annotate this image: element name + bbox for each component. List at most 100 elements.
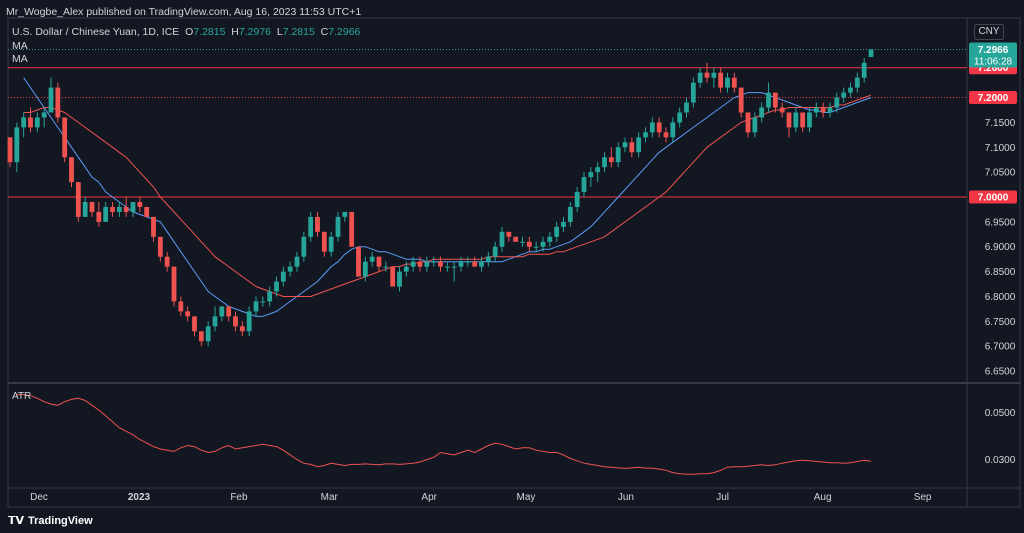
candle-body bbox=[677, 112, 683, 123]
candle-body bbox=[540, 241, 546, 247]
price-axis-label: 6.9500 bbox=[985, 217, 1016, 228]
candle-body bbox=[643, 132, 648, 138]
candle-body bbox=[841, 92, 847, 98]
candle-body bbox=[7, 137, 13, 163]
candle-body bbox=[793, 112, 799, 128]
tradingview-brand: 𝗧𝗩 TradingView bbox=[8, 515, 93, 527]
time-axis-label: Jun bbox=[618, 492, 634, 503]
candle-body bbox=[342, 211, 348, 217]
price-axis-label: 6.6500 bbox=[985, 367, 1016, 378]
candle-body bbox=[772, 92, 778, 108]
candle-body bbox=[89, 201, 95, 212]
candle-body bbox=[567, 206, 573, 222]
candle-body bbox=[274, 281, 279, 292]
price-axis-label: 6.7500 bbox=[985, 317, 1016, 328]
candle-body bbox=[581, 177, 587, 193]
candle-body bbox=[410, 261, 416, 267]
candle-body bbox=[813, 107, 819, 113]
candle-body bbox=[854, 77, 860, 88]
candle-body bbox=[779, 107, 785, 113]
candle-body bbox=[472, 261, 478, 267]
candle-body bbox=[526, 241, 532, 247]
currency-badge[interactable]: CNY bbox=[974, 24, 1004, 40]
price-axis-label: 6.8500 bbox=[985, 267, 1016, 278]
ohlc-high: H7.2976 bbox=[231, 26, 272, 38]
candle-body bbox=[786, 112, 792, 128]
candle-body bbox=[110, 206, 115, 212]
candle-body bbox=[499, 231, 505, 247]
price-axis-label: 6.9000 bbox=[985, 242, 1016, 253]
candle-body bbox=[711, 72, 717, 78]
candle-body bbox=[800, 112, 806, 128]
candle-body bbox=[369, 256, 375, 262]
candle-body bbox=[260, 301, 266, 303]
candle-body bbox=[171, 266, 177, 302]
candle-body bbox=[116, 206, 122, 212]
candle-body bbox=[198, 331, 204, 342]
candle-body bbox=[301, 236, 307, 257]
candle-body bbox=[438, 261, 443, 267]
candle-body bbox=[362, 261, 368, 277]
candle-body bbox=[574, 192, 580, 207]
candle-body bbox=[561, 221, 566, 227]
candle-body bbox=[144, 206, 150, 217]
candle-body bbox=[492, 246, 498, 257]
candle-body bbox=[82, 201, 88, 217]
candle-body bbox=[205, 326, 211, 342]
candle-body bbox=[444, 266, 450, 268]
candle-body bbox=[130, 201, 136, 212]
candle-body bbox=[820, 107, 826, 113]
candle-body bbox=[356, 246, 361, 277]
candle-body bbox=[349, 211, 355, 247]
time-axis-label: Jul bbox=[716, 492, 729, 503]
candle-body bbox=[752, 117, 758, 133]
candle-body bbox=[328, 236, 334, 252]
candle-body bbox=[868, 49, 874, 58]
candle-body bbox=[465, 261, 471, 263]
candle-body bbox=[520, 241, 525, 243]
candle-body bbox=[848, 87, 853, 93]
candle-body bbox=[164, 256, 170, 267]
candle-body bbox=[151, 216, 156, 237]
candle-body bbox=[55, 87, 61, 118]
time-axis-label: Dec bbox=[30, 492, 48, 503]
candle-body bbox=[280, 271, 286, 282]
candle-body bbox=[397, 271, 402, 287]
candle-body bbox=[663, 132, 669, 138]
candle-body bbox=[766, 92, 771, 108]
candle-body bbox=[807, 112, 812, 128]
candle-body bbox=[636, 137, 642, 153]
atr-axis-label: 0.0500 bbox=[985, 408, 1016, 419]
symbol-legend: U.S. Dollar / Chinese Yuan, 1D, ICE O7.2… bbox=[12, 26, 360, 38]
candle-body bbox=[533, 246, 539, 248]
candle-body bbox=[595, 167, 601, 173]
candle-body bbox=[656, 122, 662, 133]
level-price-label: 7.0000 bbox=[978, 193, 1009, 204]
candle-body bbox=[513, 236, 519, 242]
candle-body bbox=[745, 112, 751, 133]
candle-body bbox=[69, 157, 74, 183]
time-axis-label: Apr bbox=[421, 492, 437, 503]
candle-body bbox=[602, 157, 607, 168]
ma-legend-fast[interactable]: MA bbox=[12, 40, 28, 52]
chart-canvas: Dec 2023 Feb Mar Apr May Jun Jul Aug Sep 7.1500 7.1… bbox=[0, 0, 1024, 533]
candle-body bbox=[451, 266, 457, 268]
price-axis-label: 7.0500 bbox=[985, 168, 1016, 179]
symbol-name: U.S. Dollar / Chinese Yuan, 1D, ICE bbox=[12, 26, 180, 38]
candle-body bbox=[670, 122, 676, 138]
price-axis-label: 6.8000 bbox=[985, 292, 1016, 303]
candle-body bbox=[253, 301, 259, 312]
candle-body bbox=[547, 236, 553, 242]
ma-legend-slow[interactable]: MA bbox=[12, 53, 28, 65]
candle-body bbox=[554, 226, 560, 237]
candle-body bbox=[725, 77, 730, 88]
candle-body bbox=[137, 201, 143, 207]
time-axis-label: Feb bbox=[230, 492, 248, 503]
background bbox=[0, 0, 1024, 533]
candle-body bbox=[308, 216, 314, 237]
candle-body bbox=[157, 236, 163, 257]
candle-body bbox=[718, 72, 724, 88]
candle-body bbox=[390, 266, 396, 287]
candle-body bbox=[684, 102, 689, 113]
candle-body bbox=[321, 231, 327, 252]
